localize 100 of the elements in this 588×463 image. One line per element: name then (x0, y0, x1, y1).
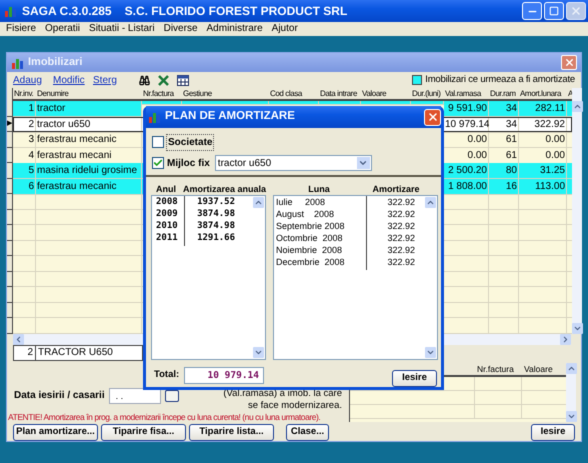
table-cell (489, 256, 519, 272)
table-cell (13, 210, 36, 225)
year-cell: 2010 (152, 220, 185, 234)
table-cell: 3 (13, 132, 36, 148)
table-cell (13, 225, 36, 240)
minimize-button[interactable] (522, 2, 542, 20)
menu-item[interactable]: Fisiere (6, 24, 36, 34)
scroll-up-button[interactable] (566, 362, 577, 374)
column-header[interactable]: Cod clasa (269, 88, 319, 100)
column-header[interactable]: Gestiune (182, 88, 269, 100)
chevron-down-icon (426, 348, 435, 357)
detail-number: 2 (13, 344, 36, 360)
chevron-up-icon (426, 198, 435, 207)
amount-cell-text: 322.92 (386, 220, 415, 234)
table-cell: 61 (489, 132, 519, 148)
company-title: S.C. FLORIDO FOREST PRODUCT SRL (124, 3, 348, 20)
dialog-title: PLAN DE AMORTIZARE (165, 109, 295, 124)
column-header[interactable]: Dur.(luni) (411, 88, 444, 100)
scroll-down-button[interactable] (566, 410, 577, 422)
table-cell: tractor u650 (36, 116, 142, 132)
column-header[interactable]: Valoare (522, 362, 566, 374)
toolbar-link[interactable]: Adaug (13, 72, 53, 88)
column-header[interactable]: Val.ramasa (444, 88, 489, 100)
table-cell: 282.11 (519, 101, 567, 117)
toolbar-link[interactable]: Sterg (93, 72, 133, 88)
scroll-down-button[interactable] (572, 322, 583, 334)
menu-item[interactable]: Ajutor (272, 24, 298, 34)
table-icon[interactable] (177, 74, 189, 86)
table-cell: 6 (13, 178, 36, 194)
column-header[interactable]: Dur.ram (489, 88, 519, 100)
chevron-up-icon (254, 198, 263, 207)
spreadsheet-icon[interactable] (158, 74, 169, 86)
checkbox[interactable] (152, 136, 164, 148)
vertical-scrollbar[interactable] (566, 362, 576, 422)
chevron-down-icon (358, 158, 368, 168)
checkbox[interactable] (152, 157, 164, 169)
exit-date-label: Data iesirii / casarii (14, 389, 105, 403)
action-button[interactable]: Plan amortizare... (13, 424, 98, 440)
menu-item[interactable]: Situatii - Listari (89, 24, 155, 34)
column-header[interactable]: Data intrare (319, 88, 361, 100)
table-cell: 2 (13, 116, 36, 132)
table-cell: 1 808.00 (444, 178, 489, 194)
table-cell: 5 (13, 163, 36, 179)
action-button[interactable]: Tiparire fisa... (101, 424, 186, 440)
month-cell: Decembrie 2008 (274, 256, 367, 270)
exit-button[interactable]: Iesire (531, 424, 575, 440)
month-cell: Septembrie 2008 (274, 220, 367, 234)
table-cell: 9 591.90 (444, 101, 489, 117)
exit-date-field[interactable]: . . (108, 388, 161, 404)
chevron-up-icon (573, 102, 582, 111)
month-cell: Noiembrie 2008 (274, 244, 367, 258)
year-cell: 2008 (152, 196, 185, 210)
amount-cell-text: 1937.52 (196, 196, 235, 209)
action-button[interactable]: Clase... (286, 424, 329, 440)
toolbar-link[interactable]: Modific (53, 72, 93, 88)
maximize-icon (549, 6, 559, 16)
child-title: Imobilizari (28, 55, 82, 70)
column-header[interactable]: Amort.lunara (519, 88, 567, 100)
amount-cell-text: 322.92 (386, 208, 415, 222)
scroll-right-button[interactable] (560, 334, 571, 344)
column-header: Luna (307, 184, 331, 194)
asset-dropdown[interactable]: tractor u650 (214, 155, 372, 171)
app-title: SAGA C.3.0.285 (22, 3, 112, 20)
warning-text: ATENTIE! Amortizarea în prog. a modernizarii începe cu luna curenta! (nu cu luna urmatoare). (7, 412, 322, 422)
scroll-down-button[interactable] (253, 347, 264, 358)
search-icon[interactable] (139, 74, 150, 86)
table-cell (489, 240, 519, 256)
maximize-button[interactable] (544, 2, 564, 20)
amount-cell-text: 1291.66 (196, 232, 235, 246)
amount-cell-text: 322.92 (386, 244, 415, 258)
dropdown-button[interactable] (356, 157, 370, 169)
app-icon (4, 5, 17, 17)
table-cell: 16 (489, 178, 519, 194)
scroll-up-button[interactable] (253, 197, 264, 208)
table-cell: 322.92 (519, 116, 567, 132)
column-header[interactable]: Nr.factura (475, 362, 522, 374)
column-header[interactable]: Nr.factura (142, 88, 182, 100)
menu-item[interactable]: Operatii (45, 24, 80, 34)
table-cell (13, 256, 36, 272)
table-cell: tractor (36, 101, 142, 117)
scroll-left-button[interactable] (13, 334, 24, 344)
action-button[interactable]: Tiparire lista... (189, 424, 274, 440)
column-header[interactable]: Nr.inv. (13, 88, 36, 100)
exit-button[interactable]: Iesire (392, 370, 437, 387)
column-header: Anul (154, 184, 177, 194)
column-header[interactable]: Valoare (361, 88, 411, 100)
menu-item[interactable]: Administrare (206, 24, 263, 34)
table-cell (13, 287, 36, 302)
scroll-down-button[interactable] (425, 347, 436, 358)
year-cell: 2009 (152, 208, 185, 222)
menu-item[interactable]: Diverse (164, 24, 198, 34)
vertical-scrollbar[interactable] (572, 88, 582, 334)
checkbox-label: Mijloc fix (167, 156, 210, 170)
table-cell (489, 210, 519, 225)
scroll-up-button[interactable] (572, 101, 583, 112)
scroll-up-button[interactable] (425, 197, 436, 208)
chevron-right-icon (561, 334, 570, 344)
date-picker-button[interactable] (164, 390, 179, 402)
column-header[interactable]: Denumire (36, 88, 142, 100)
detail-name: TRACTOR U650 (36, 344, 143, 360)
